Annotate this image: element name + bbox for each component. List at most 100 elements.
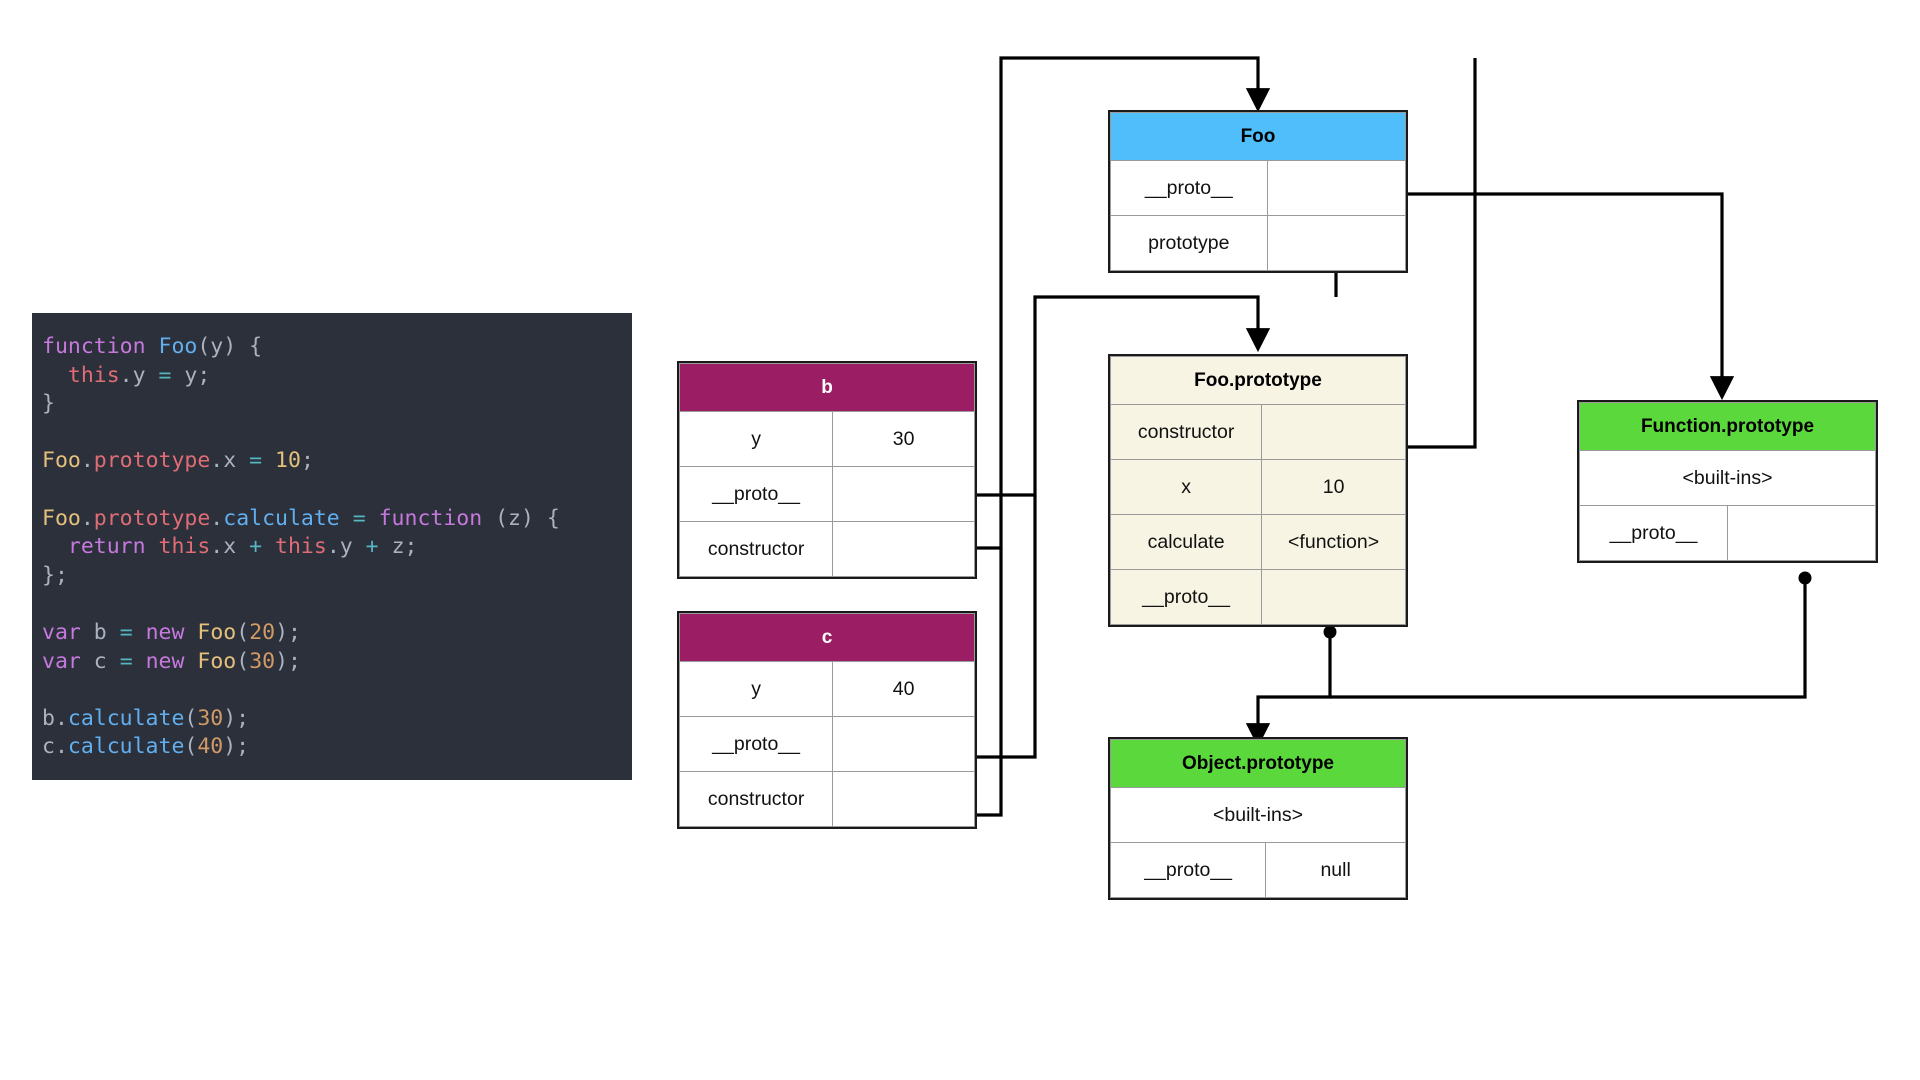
row-value [832,716,975,772]
code-token: c. [42,734,68,760]
table-row: <built-ins> [1110,787,1406,843]
object-box-c: c y 40 __proto__ constructor [677,611,977,829]
object-box-object-prototype: Object.prototype <built-ins> __proto__ n… [1108,737,1408,900]
code-token: ( [184,705,198,731]
code-token: var [42,619,81,645]
row-value [832,521,975,577]
code-token: . [80,505,94,531]
object-box-b: b y 30 __proto__ constructor [677,361,977,579]
table-row: <built-ins> [1579,450,1876,506]
object-box-function-prototype: Function.prototype <built-ins> __proto__ [1577,400,1878,563]
code-token: = [352,505,366,531]
code-token: this [275,534,327,560]
code-line: }; [42,562,632,591]
table-row: __proto__ null [1109,842,1406,898]
code-token: b. [42,705,68,731]
code-line: Foo.prototype.x = 10; [42,447,632,476]
table-row: constructor [1109,404,1406,460]
code-token: ( [236,648,250,674]
row-key: __proto__ [1109,842,1267,898]
wire-dot-fooprototype-proto [1323,625,1337,639]
code-token: + [365,534,379,560]
code-token: this [158,534,211,560]
object-title-c: c [679,613,975,662]
code-token: b [80,619,120,645]
code-token: calculate [67,705,185,731]
code-token: = [158,362,172,388]
code-token: Foo [197,619,237,645]
code-token: calculate [67,734,185,760]
table-row: __proto__ [1109,569,1406,625]
wire-fooprototype-proto-to-objectprototype [1245,632,1332,748]
code-token: ); [223,705,250,731]
code-token: ; [300,448,314,474]
code-token: .x [210,534,250,560]
code-token: Foo [42,448,81,474]
code-line: Foo.prototype.calculate = function (z) { [42,505,632,534]
code-token: ); [275,648,301,674]
code-line: this.y = y; [42,362,632,391]
row-value [832,466,975,522]
code-token: prototype [93,448,211,474]
code-token: c [80,648,120,674]
object-table-foo-prototype: Foo.prototype constructor x 10 calculate… [1109,356,1406,625]
code-token: var [42,648,81,674]
code-line: return this.x + this.y + z; [42,533,632,562]
row-value [832,771,975,827]
table-row: constructor [678,771,975,827]
code-token: .y [119,362,159,388]
code-token: Foo [42,505,81,531]
code-token: Foo [158,334,198,359]
object-table-function-prototype: Function.prototype <built-ins> __proto__ [1579,402,1876,561]
code-line: var c = new Foo(30); [42,648,632,677]
row-key: __proto__ [678,716,834,772]
code-token: .x [210,448,250,474]
row-key: constructor [678,521,834,577]
row-value: 40 [832,661,975,717]
code-token: = [249,448,263,474]
builtins-cell: <built-ins> [1110,787,1406,843]
code-token: . [210,505,224,531]
row-value: 30 [832,411,975,467]
code-token: = [119,619,133,645]
code-line: } [42,390,632,419]
object-title-foo: Foo [1110,112,1406,161]
row-key: constructor [678,771,834,827]
code-token: z; [378,534,418,560]
row-value [1261,569,1406,625]
table-row: constructor [678,521,975,577]
code-token: 30 [197,705,224,731]
table-row: __proto__ [1579,505,1876,561]
code-token: y; [171,362,211,388]
table-row: x 10 [1109,459,1406,515]
object-table-b: b y 30 __proto__ constructor [678,363,975,577]
row-value [1266,160,1407,216]
object-title-b: b [679,363,975,412]
code-token: new [145,619,185,645]
code-token: ); [223,734,250,760]
code-token: function [378,505,483,531]
row-key: prototype [1110,215,1268,271]
code-token: 40 [197,734,224,760]
code-token: + [249,534,263,560]
object-table-foo: Foo __proto__ prototype [1110,112,1407,271]
row-value: 10 [1261,459,1406,515]
code-token: (z) { [482,505,560,531]
code-token: 10 [275,448,301,474]
object-title-object-prototype: Object.prototype [1110,739,1406,788]
table-row: y 30 [678,411,975,467]
code-token: return [67,534,146,560]
row-key: __proto__ [1109,569,1263,625]
object-box-foo: Foo __proto__ prototype [1108,110,1408,273]
object-title-function-prototype: Function.prototype [1579,402,1876,451]
row-value [1261,404,1406,460]
wire-dot-functionprototype-proto [1798,571,1812,585]
code-line: c.calculate(40); [42,733,632,762]
code-token: ); [275,619,301,645]
